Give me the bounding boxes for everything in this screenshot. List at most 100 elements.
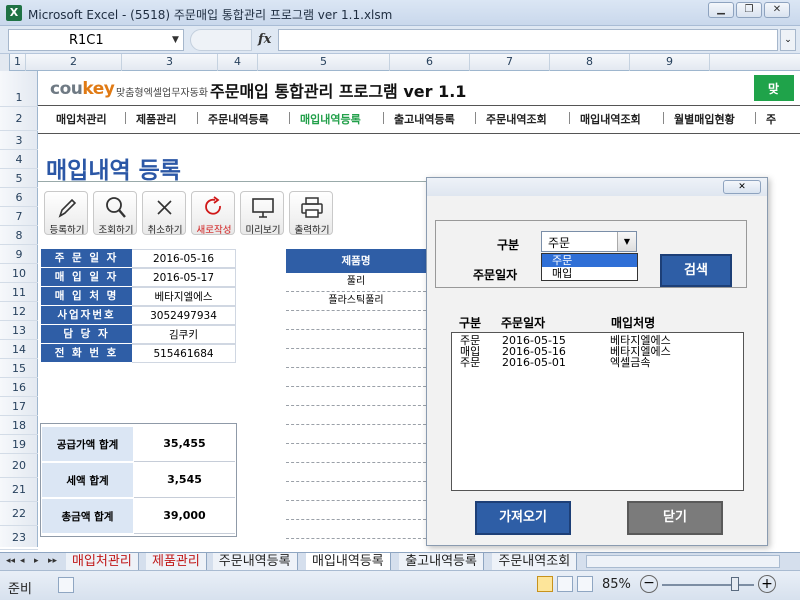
search-button[interactable]: 검색 [660, 254, 732, 287]
row-header[interactable]: 4 [0, 150, 38, 169]
column-header[interactable]: 2 [26, 54, 122, 71]
row-header[interactable]: 1 [0, 71, 38, 107]
row-header[interactable]: 22 [0, 502, 38, 526]
nav-item[interactable]: 주문내역등록 [208, 111, 269, 127]
sheet-nav-arrow[interactable]: ▸▸ [48, 556, 57, 566]
sheet-tab[interactable]: 주문내역등록 [212, 553, 298, 571]
row-header[interactable]: 11 [0, 283, 38, 302]
info-value[interactable]: 2016-05-17 [132, 268, 236, 287]
macro-record-icon[interactable] [58, 577, 74, 593]
page-break-view-icon[interactable] [577, 576, 593, 592]
product-row[interactable] [286, 463, 426, 482]
close-button[interactable]: 닫기 [627, 501, 723, 535]
total-value[interactable]: 39,000 [134, 498, 235, 534]
info-value[interactable]: 3052497934 [132, 306, 236, 325]
product-row[interactable] [286, 349, 426, 368]
combo-option[interactable]: 매입 [542, 267, 637, 280]
combo-option[interactable]: 주문 [542, 254, 637, 267]
info-value[interactable]: 김쿠키 [132, 325, 236, 344]
formula-input[interactable] [278, 29, 778, 51]
row-header[interactable]: 23 [0, 526, 38, 550]
row-header[interactable]: 19 [0, 435, 38, 454]
sheet-nav-arrow[interactable]: ◂ [20, 556, 25, 566]
nav-item[interactable]: 출고내역등록 [394, 111, 455, 127]
row-header[interactable]: 16 [0, 378, 38, 397]
zoom-slider-thumb[interactable] [731, 577, 740, 591]
nav-item[interactable]: 매입내역조회 [580, 111, 641, 127]
row-header[interactable]: 15 [0, 359, 38, 378]
sheet-nav-arrow[interactable]: ▸ [34, 556, 39, 566]
column-header[interactable]: 6 [390, 54, 470, 71]
info-value[interactable]: 베타지엘에스 [132, 287, 236, 306]
product-row[interactable] [286, 444, 426, 463]
list-cell-category[interactable]: 주문 [460, 357, 480, 368]
green-shortcut-tab[interactable]: 맞 [754, 75, 794, 101]
excel-app-icon[interactable]: X [6, 5, 22, 21]
nav-item[interactable]: 매입내역등록 [300, 111, 361, 127]
category-dropdown-list[interactable]: 주문 매입 [541, 253, 638, 281]
sheet-tab[interactable]: 매입내역등록 [306, 553, 391, 571]
sheet-nav-arrow[interactable]: ◂◂ [6, 556, 15, 566]
product-row[interactable] [286, 330, 426, 349]
list-cell-date[interactable]: 2016-05-01 [502, 357, 566, 368]
product-row[interactable] [286, 501, 426, 520]
row-header[interactable]: 6 [0, 188, 38, 207]
nav-item[interactable]: 제품관리 [136, 111, 176, 127]
zoom-out-icon[interactable]: − [640, 575, 658, 593]
row-header[interactable]: 9 [0, 245, 38, 264]
toolbar-button-4[interactable]: 미리보기 [240, 191, 284, 236]
toolbar-button-0[interactable]: 등록하기 [44, 191, 88, 236]
info-value[interactable]: 2016-05-16 [132, 249, 236, 268]
column-header[interactable]: 1 [10, 54, 26, 71]
row-header[interactable]: 7 [0, 207, 38, 226]
select-all-corner[interactable] [0, 54, 10, 71]
row-header[interactable]: 18 [0, 416, 38, 435]
toolbar-button-3[interactable]: 새로작성 [191, 191, 235, 236]
row-header[interactable]: 5 [0, 169, 38, 188]
nav-item[interactable]: 주문내역조회 [486, 111, 547, 127]
row-header[interactable]: 3 [0, 131, 38, 150]
sheet-tab[interactable]: 매입처관리 [66, 553, 139, 571]
total-value[interactable]: 35,455 [134, 426, 235, 462]
column-header[interactable]: 7 [470, 54, 550, 71]
sheet-tab[interactable]: 출고내역등록 [399, 553, 484, 571]
total-value[interactable]: 3,545 [134, 462, 235, 498]
dialog-title-bar[interactable] [427, 178, 767, 196]
fetch-button[interactable]: 가져오기 [475, 501, 571, 535]
list-cell-vendor[interactable]: 엑셀금속 [610, 357, 650, 368]
name-box[interactable]: R1C1 [8, 29, 184, 51]
column-header[interactable]: 3 [122, 54, 218, 71]
zoom-level[interactable]: 85% [602, 577, 631, 592]
row-header[interactable]: 10 [0, 264, 38, 283]
row-header[interactable]: 12 [0, 302, 38, 321]
row-header[interactable]: 13 [0, 321, 38, 340]
minimize-button[interactable]: ▁ [708, 2, 734, 18]
toolbar-button-1[interactable]: 조회하기 [93, 191, 137, 236]
horizontal-scrollbar[interactable] [585, 555, 780, 568]
product-row[interactable] [286, 425, 426, 444]
nav-item[interactable]: 월별매입현황 [674, 111, 735, 127]
product-row[interactable] [286, 482, 426, 501]
row-header[interactable]: 2 [0, 107, 38, 131]
combo-dropdown-icon[interactable]: ▼ [617, 232, 636, 251]
toolbar-button-5[interactable]: 출력하기 [289, 191, 333, 236]
normal-view-icon[interactable] [537, 576, 553, 592]
sheet-tab[interactable]: 제품관리 [146, 553, 207, 571]
product-row[interactable] [286, 387, 426, 406]
row-header[interactable]: 17 [0, 397, 38, 416]
formula-bar-handle[interactable] [190, 29, 252, 51]
row-header[interactable]: 14 [0, 340, 38, 359]
toolbar-button-2[interactable]: 취소하기 [142, 191, 186, 236]
page-layout-view-icon[interactable] [557, 576, 573, 592]
product-row[interactable] [286, 406, 426, 425]
column-header-extra[interactable] [710, 54, 800, 71]
product-row[interactable] [286, 520, 426, 539]
zoom-slider-track[interactable] [662, 584, 754, 586]
close-window-button[interactable]: ✕ [764, 2, 790, 18]
sheet-tab[interactable]: 주문내역조회 [492, 553, 578, 571]
product-row[interactable]: 풀리 [286, 273, 426, 292]
column-header[interactable]: 8 [550, 54, 630, 71]
product-row[interactable]: 플라스틱풀리 [286, 292, 426, 311]
dialog-close-button[interactable]: ✕ [723, 180, 761, 194]
product-row[interactable] [286, 311, 426, 330]
